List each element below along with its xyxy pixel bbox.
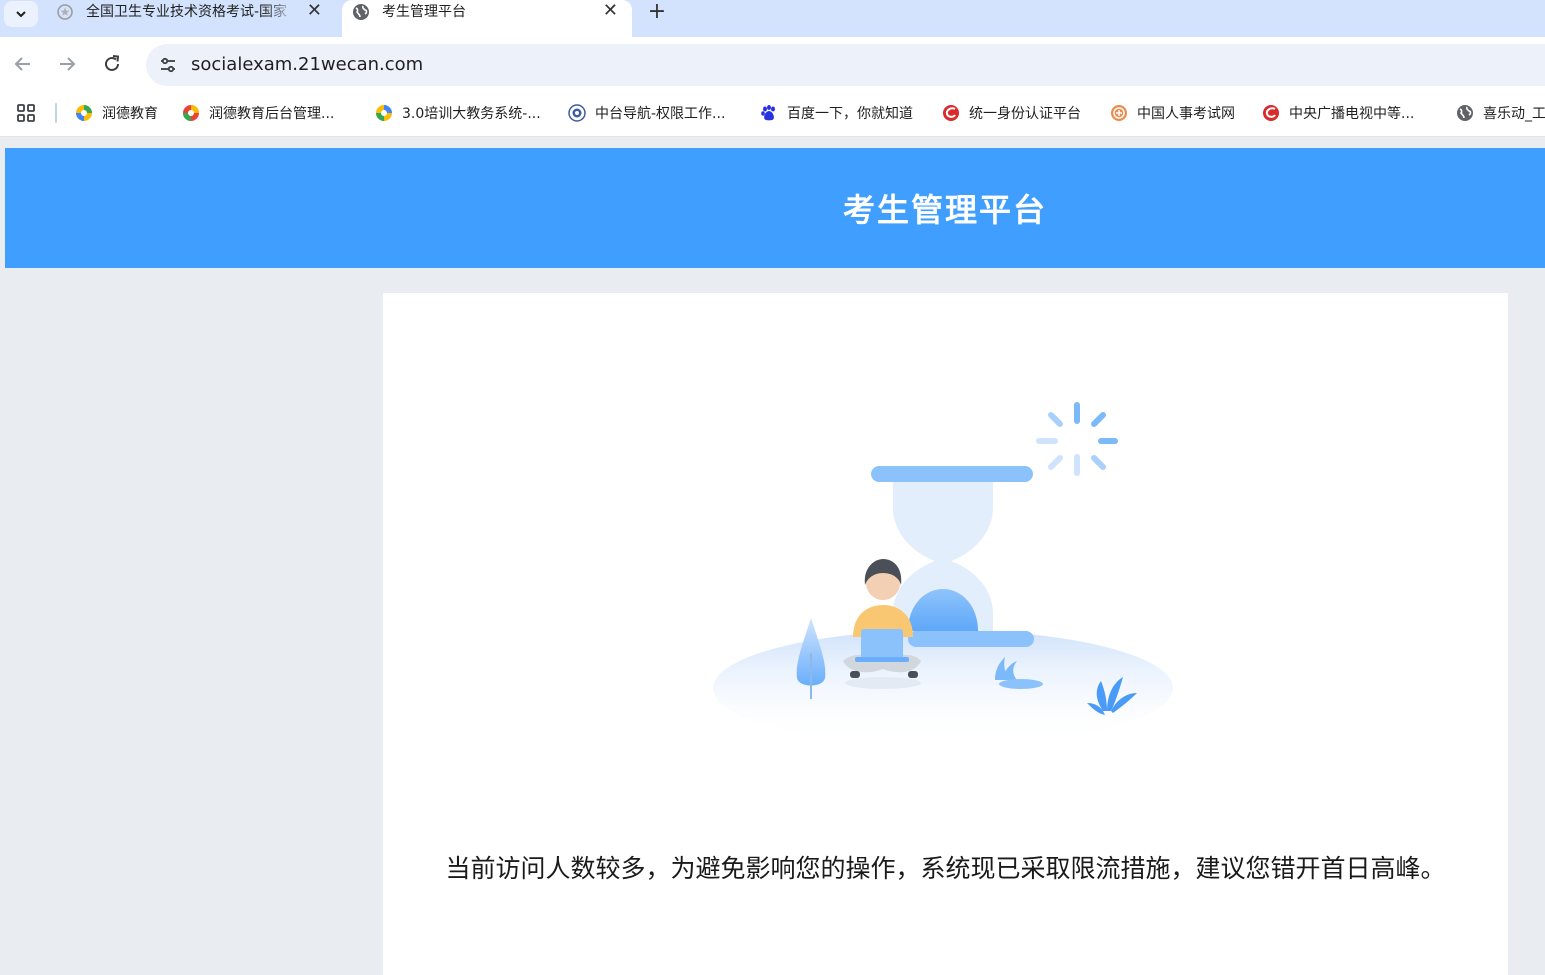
page-header: 考生管理平台	[5, 148, 1545, 268]
traffic-limit-notice: 当前访问人数较多，为避免影响您的操作，系统现已采取限流措施，建议您错开首日高峰。	[445, 854, 1446, 883]
address-bar[interactable]: socialexam.21wecan.com	[146, 44, 1545, 86]
bookmark-label: 3.0培训大教务系统-...	[402, 106, 541, 122]
reload-button[interactable]	[100, 52, 124, 76]
bookmark-label: 中国人事考试网	[1137, 106, 1235, 122]
url-text[interactable]: socialexam.21wecan.com	[191, 55, 423, 75]
content-card: 当前访问人数较多，为避免影响您的操作，系统现已采取限流措施，建议您错开首日高峰。	[383, 293, 1508, 975]
tab-close-button[interactable]: ✕	[307, 2, 322, 20]
bookmark-xiledong[interactable]: 喜乐动_工	[1456, 102, 1545, 124]
bookmark-label: 中台导航-权限工作...	[595, 106, 726, 122]
page-title: 考生管理平台	[842, 191, 1047, 229]
arrow-left-icon	[14, 57, 30, 71]
bookmark-label: 润德教育	[102, 106, 158, 122]
tab-strip: 全国卫生专业技术资格考试-国家 ✕ 考生管理平台 ✕ +	[0, 0, 1545, 37]
apps-grid-icon[interactable]	[16, 103, 36, 123]
chevron-down-icon	[16, 11, 26, 18]
seal-icon	[1110, 104, 1128, 122]
emblem-icon	[568, 104, 586, 122]
waiting-illustration	[713, 402, 1173, 743]
bookmarks-bar: 润德教育 润德教育后台管理... 3.0培训大教务系统-... 中台导航-权限工…	[0, 91, 1545, 137]
globe-icon	[1456, 104, 1474, 122]
new-tab-button[interactable]: +	[644, 0, 670, 26]
tab-exam-info[interactable]: 全国卫生专业技术资格考试-国家 ✕	[46, 0, 336, 37]
red-swirl-icon	[942, 104, 960, 122]
bookmark-identity-auth[interactable]: 统一身份认证平台	[942, 102, 1081, 124]
bookmark-label: 润德教育后台管理...	[209, 106, 335, 122]
red-swirl-icon	[1262, 104, 1280, 122]
runde-logo-icon	[75, 104, 93, 122]
tab-title: 全国卫生专业技术资格考试-国家	[86, 4, 288, 20]
tab-title: 考生管理平台	[382, 4, 466, 20]
bookmark-label: 中央广播电视中等...	[1289, 106, 1415, 122]
tab-close-button[interactable]: ✕	[603, 2, 618, 20]
bookmark-cctv-school[interactable]: 中央广播电视中等...	[1262, 102, 1414, 124]
forward-button[interactable]	[55, 52, 79, 76]
browser-toolbar: socialexam.21wecan.com	[0, 37, 1545, 91]
back-button[interactable]	[11, 52, 35, 76]
bookmark-runde[interactable]: 润德教育	[75, 102, 158, 124]
bookmark-label: 喜乐动_工	[1483, 106, 1545, 122]
runde-logo-icon	[375, 104, 393, 122]
bookmark-label: 百度一下，你就知道	[787, 106, 913, 122]
bookmark-training-system[interactable]: 3.0培训大教务系统-...	[375, 102, 541, 124]
bookmark-baidu[interactable]: 百度一下，你就知道	[760, 102, 913, 124]
arrow-right-icon	[60, 57, 76, 71]
bookmark-personnel-exam[interactable]: 中国人事考试网	[1110, 102, 1235, 124]
tune-icon	[161, 57, 175, 73]
runde-logo-icon	[182, 104, 200, 122]
award-icon	[57, 4, 73, 20]
bookmark-runde-admin[interactable]: 润德教育后台管理...	[182, 102, 334, 124]
baidu-paw-icon	[760, 104, 778, 122]
reload-icon	[105, 55, 120, 71]
loading-spinner-icon	[1036, 402, 1118, 476]
site-info-button[interactable]	[156, 53, 180, 77]
tab-search-button[interactable]	[4, 1, 38, 27]
bookmark-label: 统一身份认证平台	[969, 106, 1081, 122]
tab-exam-platform[interactable]: 考生管理平台 ✕	[342, 0, 632, 37]
bookmark-platform-nav[interactable]: 中台导航-权限工作...	[568, 102, 725, 124]
bookmarks-divider	[55, 103, 57, 123]
globe-icon	[353, 4, 369, 20]
